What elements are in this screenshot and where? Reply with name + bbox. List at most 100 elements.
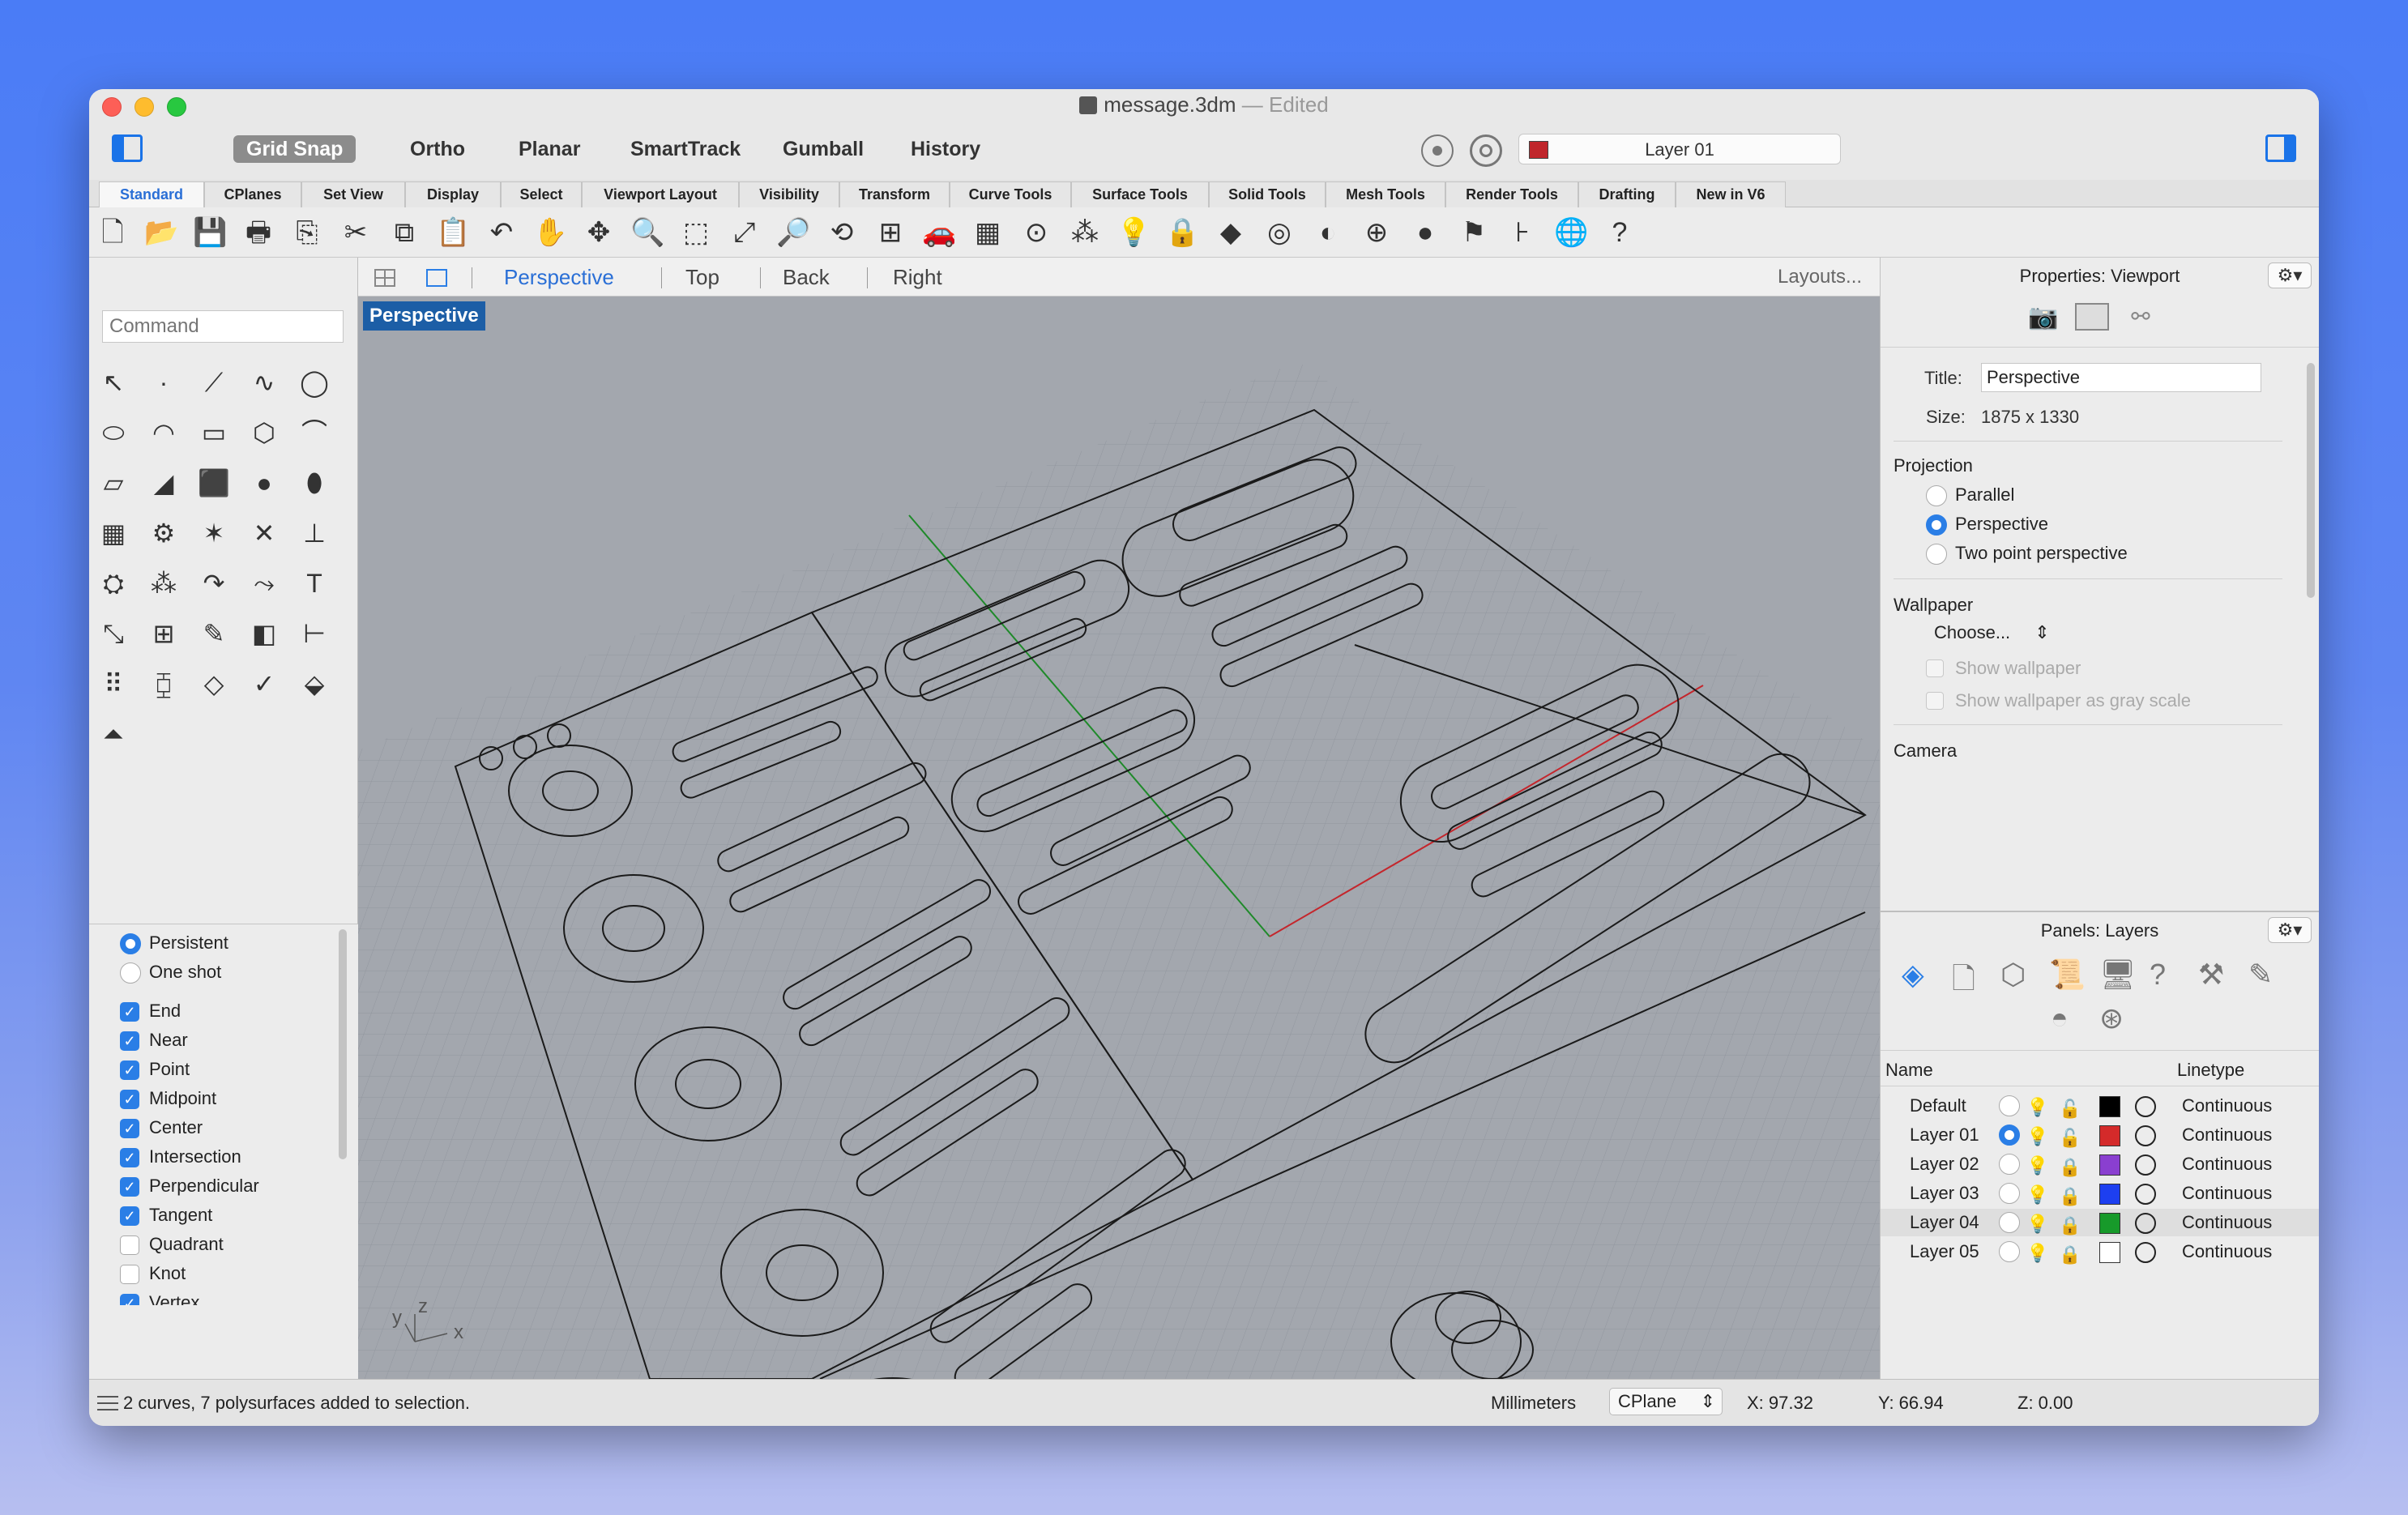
- color-wheel-icon[interactable]: ◎: [1262, 216, 1296, 250]
- render-tool-icon[interactable]: ⬙: [295, 664, 334, 703]
- col-name-header[interactable]: Name: [1885, 1060, 1933, 1081]
- tab-surface-tools[interactable]: Surface Tools: [1071, 181, 1209, 207]
- save-icon[interactable]: 💾: [193, 216, 227, 250]
- help-panel-icon[interactable]: ?: [2150, 958, 2166, 992]
- polyline-icon[interactable]: ⟋: [194, 363, 233, 402]
- zoom-icon[interactable]: 🔍: [630, 216, 664, 250]
- parallel-radio[interactable]: [1926, 485, 1947, 506]
- arc-icon[interactable]: ◠: [144, 413, 183, 452]
- tangent-checkbox[interactable]: ✓: [120, 1206, 139, 1226]
- document-panel-icon[interactable]: 🗋: [1952, 958, 1975, 1007]
- edit-icon[interactable]: ✎: [194, 614, 233, 653]
- knot-checkbox[interactable]: [120, 1265, 139, 1284]
- target-icon[interactable]: [1470, 134, 1502, 167]
- mesh-icon[interactable]: ▦: [94, 514, 133, 553]
- single-viewport-layout-icon[interactable]: [426, 269, 447, 287]
- current-layer-select[interactable]: Layer 01: [1518, 134, 1841, 164]
- osnap-midpoint[interactable]: ✓ Midpoint: [120, 1085, 216, 1112]
- render-icon[interactable]: ◆: [1214, 216, 1248, 250]
- center-checkbox[interactable]: ✓: [120, 1119, 139, 1138]
- set-current-radio[interactable]: [1999, 1095, 2020, 1116]
- right-sidebar-toggle-icon[interactable]: [2265, 134, 2296, 162]
- show-wallpaper-gray-option[interactable]: Show wallpaper as gray scale: [1926, 687, 2191, 715]
- move-icon[interactable]: ⤡: [94, 614, 133, 653]
- cplane-select[interactable]: CPlane ⇕: [1609, 1388, 1723, 1415]
- pan-icon[interactable]: ✋: [533, 216, 567, 250]
- box-icon[interactable]: ⬛: [194, 463, 233, 502]
- ortho-toggle[interactable]: Ortho: [397, 135, 478, 163]
- dimension-icon[interactable]: ⊦: [1505, 216, 1539, 250]
- tab-standard[interactable]: Standard: [99, 181, 204, 207]
- layers-panel-icon[interactable]: ◈: [1902, 958, 1924, 992]
- fillet-icon[interactable]: ⌒: [295, 413, 334, 452]
- one-shot-option[interactable]: One shot: [120, 958, 221, 986]
- layers-gear-button[interactable]: ⚙▾: [2268, 917, 2312, 943]
- show-wallpaper-checkbox[interactable]: [1926, 659, 1944, 677]
- render-panel-icon[interactable]: ⊛: [2099, 1001, 2124, 1035]
- tab-set-view[interactable]: Set View: [301, 181, 405, 207]
- lock-icon[interactable]: 🔒: [2059, 1241, 2081, 1265]
- projection-parallel[interactable]: Parallel: [1926, 481, 2014, 509]
- viewport-tab-right[interactable]: Right: [893, 264, 942, 290]
- layer-linetype[interactable]: Continuous: [2182, 1238, 2272, 1265]
- two-point-radio[interactable]: [1926, 544, 1947, 565]
- display-panel-icon[interactable]: 🖥: [2099, 958, 2137, 992]
- lock-icon[interactable]: 🔓: [2059, 1125, 2081, 1148]
- four-viewports-icon[interactable]: ⊞: [873, 216, 907, 250]
- viewport-tab-top[interactable]: Top: [685, 264, 719, 290]
- viewport-tab-perspective[interactable]: Perspective: [504, 264, 614, 290]
- properties-scrollbar[interactable]: [2307, 363, 2315, 598]
- ellipse-icon[interactable]: ⬭: [94, 413, 133, 452]
- osnap-point[interactable]: ✓ Point: [120, 1056, 190, 1083]
- tools-panel-icon[interactable]: ⚒: [2198, 958, 2224, 992]
- osnap-quadrant[interactable]: Quadrant: [120, 1231, 224, 1258]
- tab-transform[interactable]: Transform: [839, 181, 950, 207]
- cut-icon[interactable]: ✂: [339, 216, 373, 250]
- osnap-end[interactable]: ✓ End: [120, 997, 181, 1025]
- object-panel-icon[interactable]: ⬡: [2000, 958, 2026, 992]
- osnap-near[interactable]: ✓ Near: [120, 1026, 188, 1054]
- layer-row[interactable]: Layer 04 💡 🔒 Continuous: [1881, 1209, 2319, 1236]
- layer-linetype[interactable]: Continuous: [2182, 1092, 2272, 1120]
- perpendicular-checkbox[interactable]: ✓: [120, 1177, 139, 1197]
- projection-two-point[interactable]: Two point perspective: [1926, 540, 2128, 567]
- viewport-title-input[interactable]: Perspective: [1981, 363, 2261, 392]
- tab-mesh-tools[interactable]: Mesh Tools: [1326, 181, 1445, 207]
- camera-icon[interactable]: 📷: [2026, 303, 2060, 331]
- material-icon[interactable]: [2135, 1125, 2156, 1146]
- check-icon[interactable]: ✓: [245, 664, 284, 703]
- undo-view-icon[interactable]: ⟲: [825, 216, 859, 250]
- menu-lines-icon[interactable]: [97, 1396, 118, 1410]
- circle-icon[interactable]: ◯: [295, 363, 334, 402]
- group-icon[interactable]: ⁂: [144, 564, 183, 603]
- copy-icon[interactable]: ⧉: [387, 216, 421, 250]
- drafting-icon[interactable]: ⏶: [94, 715, 133, 753]
- viewport-frame-icon[interactable]: [2075, 303, 2109, 331]
- wallpaper-choose-select[interactable]: Choose... ⇕: [1934, 622, 2050, 643]
- point-checkbox[interactable]: ✓: [120, 1060, 139, 1080]
- layer-linetype[interactable]: Continuous: [2182, 1121, 2272, 1149]
- osnap-center[interactable]: ✓ Center: [120, 1114, 203, 1142]
- tab-new-in-v6[interactable]: New in V6: [1676, 181, 1786, 207]
- point-icon[interactable]: ·: [144, 363, 183, 402]
- tab-select[interactable]: Select: [501, 181, 582, 207]
- green-globe-icon[interactable]: 🌐: [1554, 216, 1588, 250]
- layer-linetype[interactable]: Continuous: [2182, 1180, 2272, 1207]
- persistent-option[interactable]: Persistent: [120, 929, 228, 957]
- layer-row[interactable]: Layer 02 💡 🔒 Continuous: [1881, 1150, 2319, 1178]
- trim-icon[interactable]: ✕: [245, 514, 284, 553]
- tab-visibility[interactable]: Visibility: [739, 181, 839, 207]
- solid-edit-icon[interactable]: ◧: [245, 614, 284, 653]
- tab-solid-tools[interactable]: Solid Tools: [1209, 181, 1326, 207]
- layer-color-swatch[interactable]: [2099, 1096, 2120, 1117]
- osnap-tangent[interactable]: ✓ Tangent: [120, 1201, 212, 1229]
- layer-linetype[interactable]: Continuous: [2182, 1150, 2272, 1178]
- gear-tool-icon[interactable]: ⚙: [144, 514, 183, 553]
- persistent-radio[interactable]: [120, 933, 141, 954]
- layer-linetype[interactable]: Continuous: [2182, 1209, 2272, 1236]
- rectangle-icon[interactable]: ▭: [194, 413, 233, 452]
- visibility-bulb-icon[interactable]: 💡: [2026, 1240, 2048, 1267]
- quadrant-checkbox[interactable]: [120, 1235, 139, 1255]
- tab-drafting[interactable]: Drafting: [1578, 181, 1676, 207]
- vertex-checkbox[interactable]: ✓: [120, 1294, 139, 1305]
